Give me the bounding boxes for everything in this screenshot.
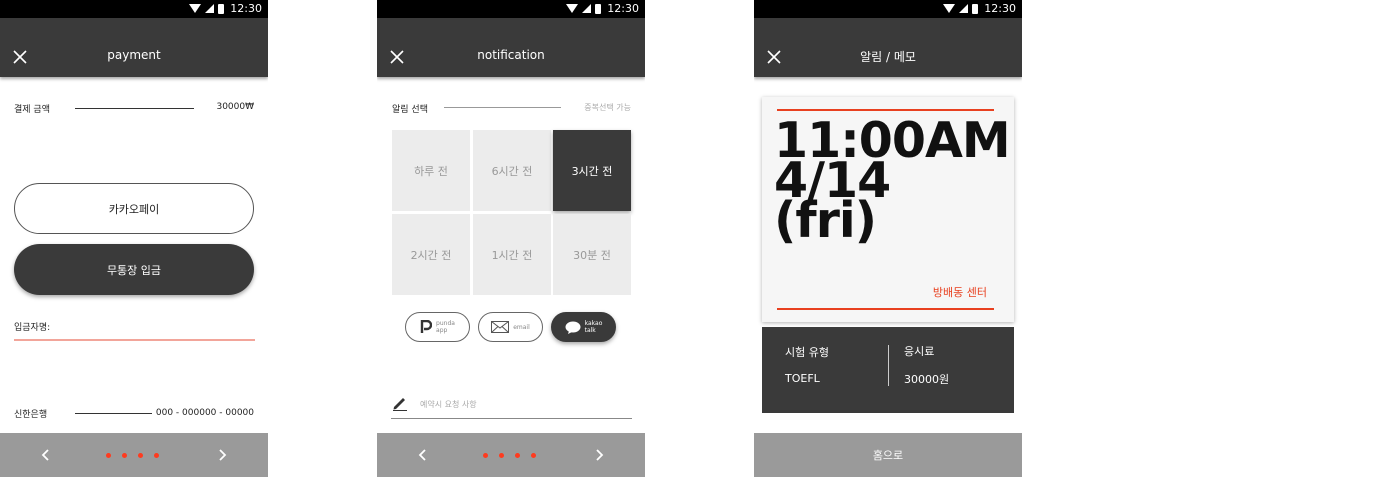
wifi-icon (566, 4, 579, 13)
chevron-right-icon[interactable] (591, 447, 607, 463)
bottom-nav (377, 433, 645, 477)
bottom-nav (0, 433, 268, 477)
pencil-icon (393, 398, 407, 411)
status-time: 12:30 (984, 2, 1016, 15)
divider (777, 109, 994, 111)
multi-select-hint: 중복선택 가능 (584, 103, 631, 112)
chevron-left-icon[interactable] (415, 447, 431, 463)
divider (75, 413, 152, 414)
wifi-icon (189, 4, 202, 13)
divider (75, 108, 194, 109)
divider (444, 107, 561, 108)
bank-transfer-button[interactable]: 무통장 입금 (14, 244, 254, 295)
battery-icon (218, 3, 225, 14)
app-bar: 알림 / 메모 (754, 18, 1022, 77)
app-bar: notification (377, 18, 645, 77)
kakaopay-button[interactable]: 카카오페이 (14, 183, 254, 234)
depositor-label: 입금자명: (14, 323, 51, 333)
exam-type-label: 시험 유형 (785, 346, 829, 359)
notification-screen: 12:30 notification 알림 선택 중복선택 가능 하루 전 6시… (377, 0, 645, 477)
punda-logo-icon (420, 320, 433, 333)
alert-option-1h[interactable]: 1시간 전 (473, 214, 551, 295)
channel-kakaotalk[interactable]: kakao talk (551, 312, 616, 342)
depositor-input[interactable] (14, 339, 255, 341)
app-bar: payment (0, 18, 268, 77)
weekday-text: (fri) (774, 192, 877, 249)
page-dot (483, 453, 488, 458)
page-title: 알림 / 메모 (860, 50, 916, 64)
status-time: 12:30 (230, 2, 262, 15)
divider (391, 418, 632, 419)
amount-value: 30000₩ (216, 102, 254, 112)
divider (777, 308, 994, 310)
payment-screen: 12:30 payment 결제 금액 30000₩ 카카오페이 무통장 입금 … (0, 0, 268, 477)
page-indicator (106, 453, 159, 458)
exam-fee-value: 30000원 (904, 373, 950, 386)
alert-option-2h[interactable]: 2시간 전 (392, 214, 470, 295)
account-number: 000 - 000000 - 00000 (155, 408, 254, 418)
page-dot (106, 453, 111, 458)
page-dot (122, 453, 127, 458)
exam-fee-label: 응시료 (904, 345, 935, 358)
channel-label: talk (584, 327, 596, 334)
home-button[interactable]: 홈으로 (754, 433, 1022, 477)
status-bar: 12:30 (377, 0, 645, 18)
page-dot (531, 453, 536, 458)
venue-name: 방배동 센터 (932, 286, 987, 299)
page-dot (499, 453, 504, 458)
alert-option-30m[interactable]: 30분 전 (553, 214, 631, 295)
signal-icon (959, 4, 969, 13)
page-indicator (483, 453, 536, 458)
signal-icon (205, 4, 215, 13)
divider (888, 345, 889, 386)
page-dot (515, 453, 520, 458)
alert-option-3h[interactable]: 3시간 전 (553, 130, 631, 211)
alert-select-label: 알림 선택 (392, 105, 428, 115)
amount-label: 결제 금액 (14, 105, 50, 115)
alert-time-grid: 하루 전 6시간 전 3시간 전 2시간 전 1시간 전 30분 전 (392, 130, 632, 296)
reservation-ticket: 11:00AM 4/14 (fri) 방배동 센터 (762, 97, 1014, 322)
alert-option-6h[interactable]: 6시간 전 (473, 130, 551, 211)
page-dot (138, 453, 143, 458)
channel-email[interactable]: email (478, 312, 543, 342)
memo-screen: 12:30 알림 / 메모 11:00AM 4/14 (fri) 방배동 센터 … (754, 0, 1022, 477)
channel-label: app (436, 327, 448, 334)
channel-label: email (513, 323, 530, 331)
battery-icon (972, 3, 979, 14)
status-bar: 12:30 (0, 0, 268, 18)
signal-icon (582, 4, 592, 13)
channel-punda-app[interactable]: punda app (405, 312, 470, 342)
exam-type-value: TOEFL (785, 372, 820, 385)
channel-label: kakao (584, 320, 603, 327)
bank-name: 신한은행 (14, 410, 48, 420)
status-bar: 12:30 (754, 0, 1022, 18)
memo-input[interactable]: 예약시 요청 사항 (420, 399, 477, 410)
battery-icon (595, 3, 602, 14)
page-dot (154, 453, 159, 458)
page-title: payment (107, 48, 161, 62)
envelope-icon (491, 321, 510, 333)
reservation-datetime: 11:00AM 4/14 (fri) (774, 116, 1011, 249)
kakaotalk-icon (565, 321, 581, 334)
page-title: notification (477, 48, 545, 62)
chevron-right-icon[interactable] (214, 447, 230, 463)
alert-option-1day[interactable]: 하루 전 (392, 130, 470, 211)
status-time: 12:30 (607, 2, 639, 15)
channel-label: punda (436, 320, 455, 327)
exam-info-box: 시험 유형 TOEFL 응시료 30000원 (762, 327, 1014, 413)
wifi-icon (943, 4, 956, 13)
chevron-left-icon[interactable] (38, 447, 54, 463)
